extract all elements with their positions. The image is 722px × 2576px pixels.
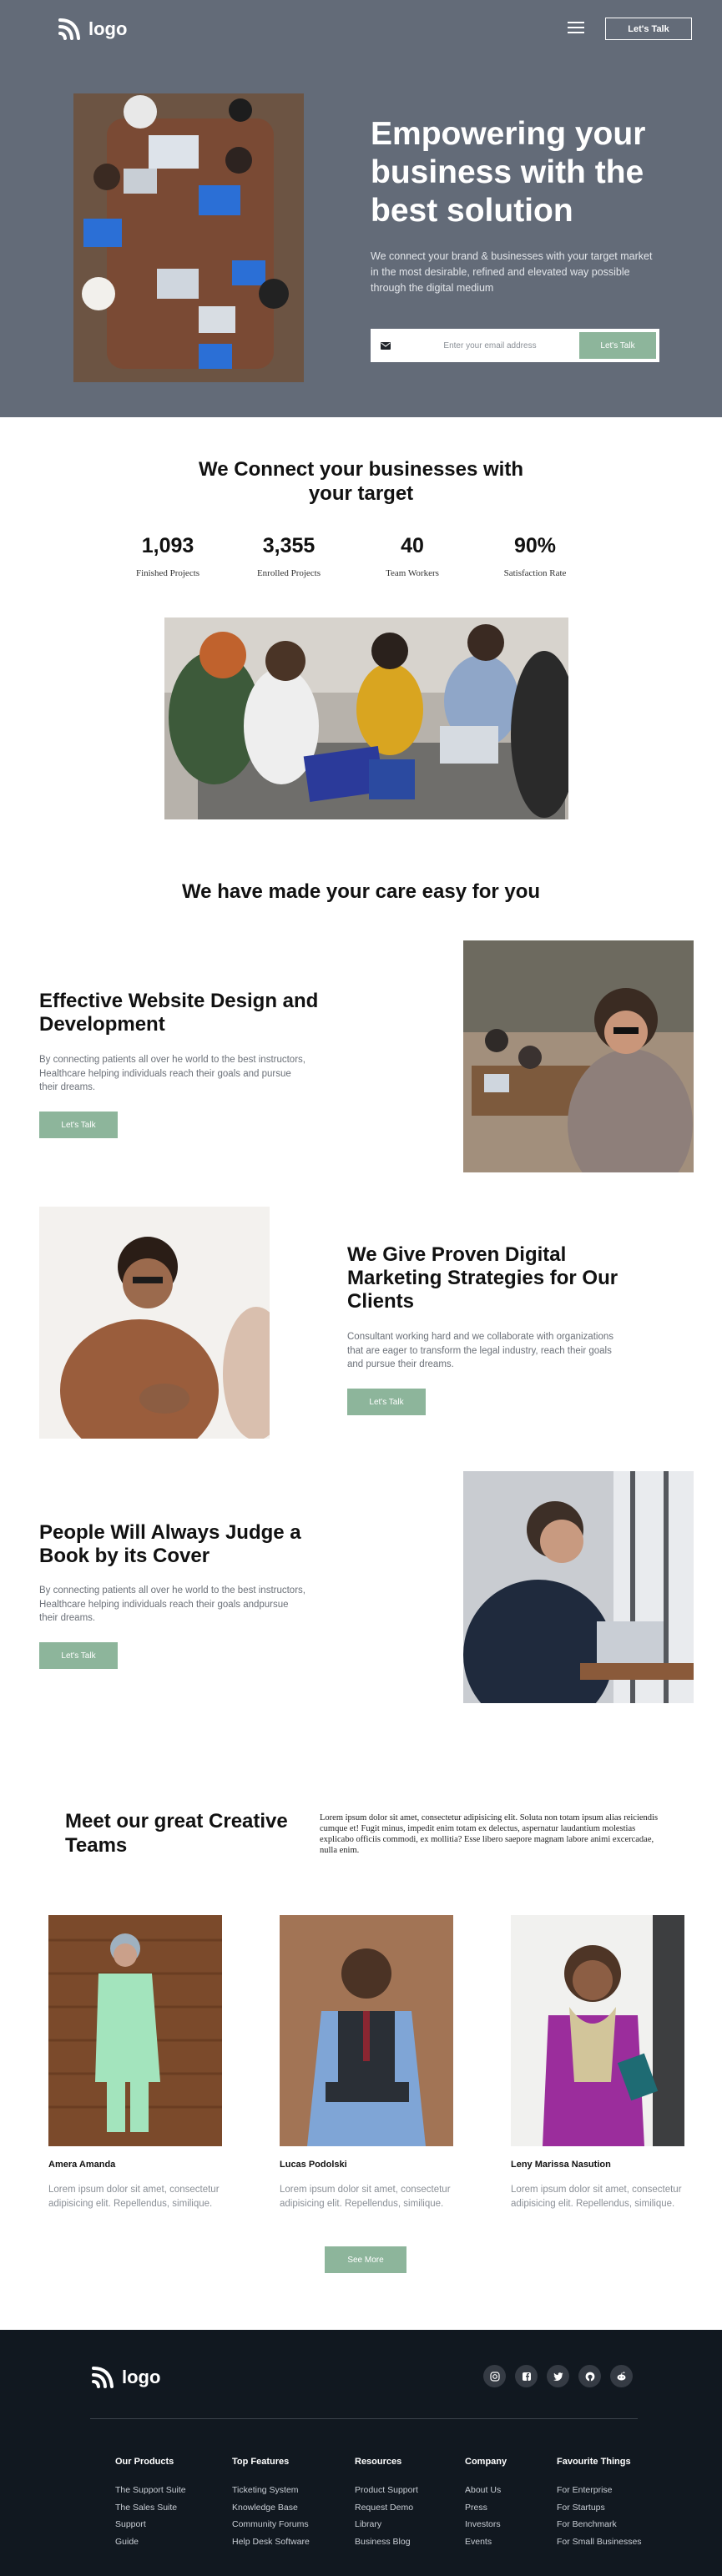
member-photo (48, 1915, 222, 2146)
header-lets-talk-button[interactable]: Let's Talk (605, 18, 692, 40)
member-name: Leny Marissa Nasution (511, 2160, 611, 2170)
feature-title: Effective Website Design and Development (39, 990, 319, 1036)
hamburger-icon[interactable] (568, 22, 584, 35)
footer-link[interactable]: For Enterprise (557, 2485, 642, 2495)
footer-link[interactable]: For Benchmark (557, 2519, 642, 2529)
stat-satisfaction-rate: 90% Satisfaction Rate (485, 534, 585, 578)
stat-finished-projects: 1,093 Finished Projects (118, 534, 218, 578)
stat-value: 90% (513, 534, 557, 557)
stat-label: Team Workers (386, 568, 439, 578)
footer-link[interactable]: The Support Suite (115, 2485, 186, 2495)
hero-meeting-photo (73, 93, 304, 382)
footer-column-title: Resources (355, 2457, 402, 2467)
stat-label: Enrolled Projects (256, 568, 321, 578)
feature-desc: By connecting patients all over he world… (39, 1055, 305, 1092)
member-desc: Lorem ipsum dolor sit amet, consectetur … (48, 2185, 220, 2209)
feature-2-lets-talk-button[interactable]: Let's Talk (347, 1389, 426, 1415)
footer-link[interactable]: The Sales Suite (115, 2503, 186, 2513)
email-input[interactable] (401, 329, 579, 362)
instagram-icon[interactable] (483, 2365, 506, 2387)
feature-title: People Will Always Judge a Book by its C… (39, 1521, 301, 1567)
email-signup-form: Let's Talk (371, 329, 659, 362)
feature-desc: By connecting patients all over he world… (39, 1585, 305, 1623)
care-title: We have made your care easy for you (181, 880, 541, 903)
footer-column: Top Features Ticketing System Knowledge … (232, 2457, 310, 2553)
footer-link[interactable]: Community Forums (232, 2519, 310, 2529)
stat-value: 3,355 (262, 534, 316, 557)
feature-3-lets-talk-button[interactable]: Let's Talk (39, 1642, 118, 1669)
reddit-icon[interactable] (610, 2365, 633, 2387)
footer-link[interactable]: About Us (465, 2485, 507, 2495)
twitter-icon[interactable] (547, 2365, 569, 2387)
logo-mark-icon (58, 18, 80, 40)
footer-column-title: Favourite Things (557, 2457, 631, 2467)
facebook-icon[interactable] (515, 2365, 538, 2387)
footer-link[interactable]: Events (465, 2537, 507, 2547)
footer-link[interactable]: Product Support (355, 2485, 418, 2495)
stat-value: 1,093 (141, 534, 194, 557)
logo-text: logo (88, 18, 128, 39)
logo-mark-icon (92, 2367, 114, 2388)
member-photo (511, 1915, 684, 2146)
hero-title: Empowering your business with the best s… (371, 116, 646, 229)
footer-column: Favourite Things For Enterprise For Star… (557, 2457, 642, 2553)
footer-link[interactable]: Press (465, 2503, 507, 2513)
team-title: Meet our great Creative Teams (65, 1810, 288, 1857)
member-photo (280, 1915, 453, 2146)
feature-3-photo (463, 1471, 694, 1703)
footer-column: Company About Us Press Investors Events (465, 2457, 507, 2553)
stat-enrolled-projects: 3,355 Enrolled Projects (239, 534, 339, 578)
footer-link[interactable]: Investors (465, 2519, 507, 2529)
stat-label: Finished Projects (135, 568, 200, 578)
feature-title: We Give Proven Digital Marketing Strateg… (347, 1243, 618, 1313)
team-working-photo (164, 618, 568, 819)
footer-column-title: Our Products (115, 2457, 174, 2467)
footer-logo-text: logo (122, 2367, 161, 2387)
footer-column: Our Products The Support Suite The Sales… (115, 2457, 186, 2553)
stat-label: Satisfaction Rate (503, 568, 567, 578)
feature-2-photo (39, 1207, 270, 1439)
stat-team-workers: 40 Team Workers (362, 534, 462, 578)
footer-column-title: Company (465, 2457, 507, 2467)
github-icon[interactable] (578, 2365, 601, 2387)
feature-1-photo (463, 940, 694, 1172)
footer-column: Resources Product Support Request Demo L… (355, 2457, 418, 2553)
footer-link[interactable]: For Small Businesses (557, 2537, 642, 2547)
feature-desc: Consultant working hard and we collabora… (347, 1332, 613, 1369)
footer-link[interactable]: Ticketing System (232, 2485, 310, 2495)
hero-lets-talk-button[interactable]: Let's Talk (579, 332, 656, 359)
see-more-button[interactable]: See More (325, 2246, 406, 2273)
footer: logo Our Products The Support Suite The (0, 2330, 722, 2576)
feature-1-lets-talk-button[interactable]: Let's Talk (39, 1112, 118, 1138)
footer-column-title: Top Features (232, 2457, 290, 2467)
member-desc: Lorem ipsum dolor sit amet, consectetur … (511, 2185, 682, 2209)
footer-link[interactable]: Support (115, 2519, 186, 2529)
stat-value: 40 (401, 534, 424, 557)
footer-link[interactable]: For Startups (557, 2503, 642, 2513)
footer-link[interactable]: Guide (115, 2537, 186, 2547)
hero-section: logo Let's Talk Empowering your business… (0, 0, 722, 417)
hero-subtitle: We connect your brand & businesses with … (371, 250, 653, 294)
member-name: Lucas Podolski (280, 2160, 347, 2170)
team-intro: Lorem ipsum dolor sit amet, consectetur … (320, 1813, 659, 1855)
footer-link[interactable]: Business Blog (355, 2537, 418, 2547)
footer-link[interactable]: Knowledge Base (232, 2503, 310, 2513)
footer-link[interactable]: Library (355, 2519, 418, 2529)
social-links (483, 2365, 633, 2387)
footer-logo[interactable]: logo (90, 2365, 160, 2390)
footer-divider (90, 2418, 638, 2419)
header-logo[interactable]: logo (57, 17, 127, 42)
footer-link[interactable]: Help Desk Software (232, 2537, 310, 2547)
member-name: Amera Amanda (48, 2160, 116, 2170)
connect-title: We Connect your businesses with your tar… (199, 458, 523, 505)
mail-icon (371, 341, 401, 350)
footer-link[interactable]: Request Demo (355, 2503, 418, 2513)
member-desc: Lorem ipsum dolor sit amet, consectetur … (280, 2185, 451, 2209)
